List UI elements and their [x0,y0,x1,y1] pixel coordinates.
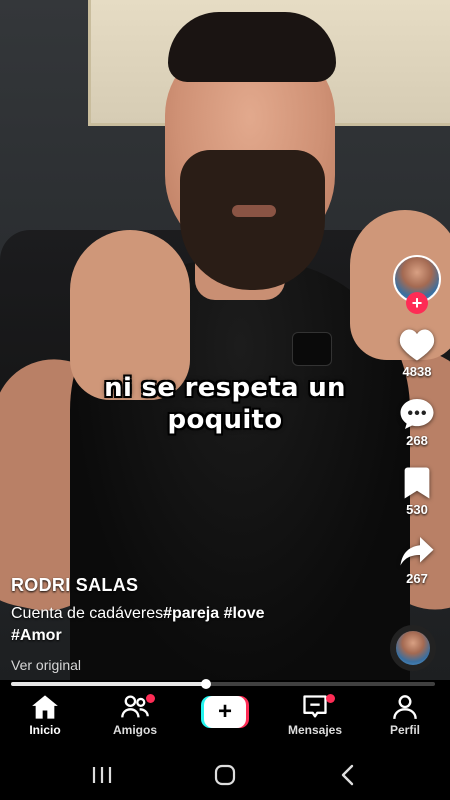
post-info: RODRI SALAS Cuenta de cadáveres#pareja #… [11,575,371,675]
notification-badge [146,694,155,703]
video-progress-bar[interactable] [11,679,435,689]
like-button[interactable]: 4838 [398,328,436,379]
see-original-link[interactable]: Ver original [11,657,81,673]
caption-line-2: poquito [167,405,283,435]
post-description: Cuenta de cadáveres#pareja #love #Amor [11,603,371,647]
lapel-mic [292,332,332,366]
tab-inicio[interactable]: Inicio [5,694,85,737]
system-back-button[interactable] [318,755,378,795]
heart-icon [399,329,435,361]
save-button[interactable]: 530 [402,466,432,517]
hashtag-link[interactable]: #pareja [163,605,219,622]
back-icon [342,764,354,786]
comment-icon [400,399,434,429]
home-icon [32,695,58,719]
progress-fill [11,682,207,686]
tab-label: Perfil [389,723,420,737]
tab-perfil[interactable]: Perfil [365,694,445,737]
create-plus-icon: + [201,696,249,728]
comment-button[interactable]: 268 [399,397,435,448]
tab-label: Mensajes [287,723,343,737]
progress-knob[interactable] [201,679,212,689]
system-navigation-bar [0,750,450,800]
sound-disc-avatar[interactable] [390,625,436,671]
system-home-button[interactable] [195,755,255,795]
tab-amigos[interactable]: Amigos [95,694,175,737]
share-button[interactable]: 267 [399,535,435,586]
recents-button[interactable] [72,755,132,795]
notification-badge [326,694,335,703]
description-text: Cuenta de cadáveres [11,605,164,622]
video-caption: ni se respeta un poquito [0,372,450,436]
person-mouth [232,205,276,217]
tab-mensajes[interactable]: Mensajes [275,694,355,737]
hashtag-link[interactable]: #Amor [11,627,62,644]
person-hair [168,12,336,82]
recents-icon [92,767,111,783]
comment-count: 268 [406,433,428,448]
tab-label: Inicio [29,723,61,737]
creator-username[interactable]: RODRI SALAS [11,575,371,596]
caption-line-1: ni se respeta un [104,373,346,403]
inbox-icon [303,695,327,718]
share-arrow-icon [400,537,434,566]
save-count: 530 [406,502,428,517]
share-count: 267 [406,571,428,586]
follow-plus-icon[interactable]: + [406,292,428,314]
like-count: 4838 [402,364,432,379]
profile-icon [393,695,417,719]
bottom-tab-bar: Inicio Amigos + Mensajes Perfil [0,690,450,750]
hashtag-link[interactable]: #love [224,605,265,622]
home-circle-icon [214,764,236,786]
bookmark-icon [404,467,430,499]
side-action-rail: + 4838 268 530 267 [392,255,442,586]
tab-label: Amigos [112,723,157,737]
person-beard [180,150,325,290]
tab-create[interactable]: + [185,694,265,728]
